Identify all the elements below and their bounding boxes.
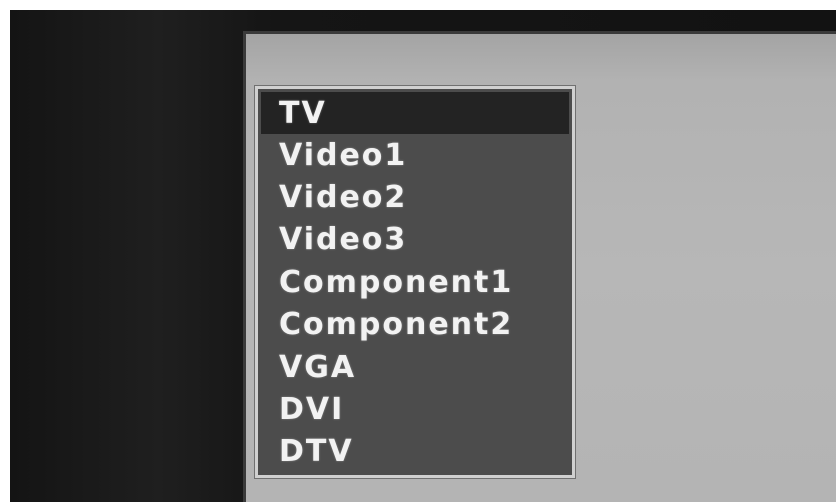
input-source-menu: TV Video1 Video2 Video3 Component1 Compo… (254, 85, 576, 479)
source-item-dvi[interactable]: DVI (261, 388, 569, 430)
source-item-video2[interactable]: Video2 (261, 176, 569, 218)
source-item-component2[interactable]: Component2 (261, 304, 569, 346)
source-item-video1[interactable]: Video1 (261, 134, 569, 176)
source-item-vga[interactable]: VGA (261, 346, 569, 388)
source-item-tv[interactable]: TV (261, 92, 569, 134)
source-item-component1[interactable]: Component1 (261, 261, 569, 303)
source-item-video3[interactable]: Video3 (261, 219, 569, 261)
input-source-list: TV Video1 Video2 Video3 Component1 Compo… (261, 92, 569, 473)
source-item-dtv[interactable]: DTV (261, 431, 569, 473)
